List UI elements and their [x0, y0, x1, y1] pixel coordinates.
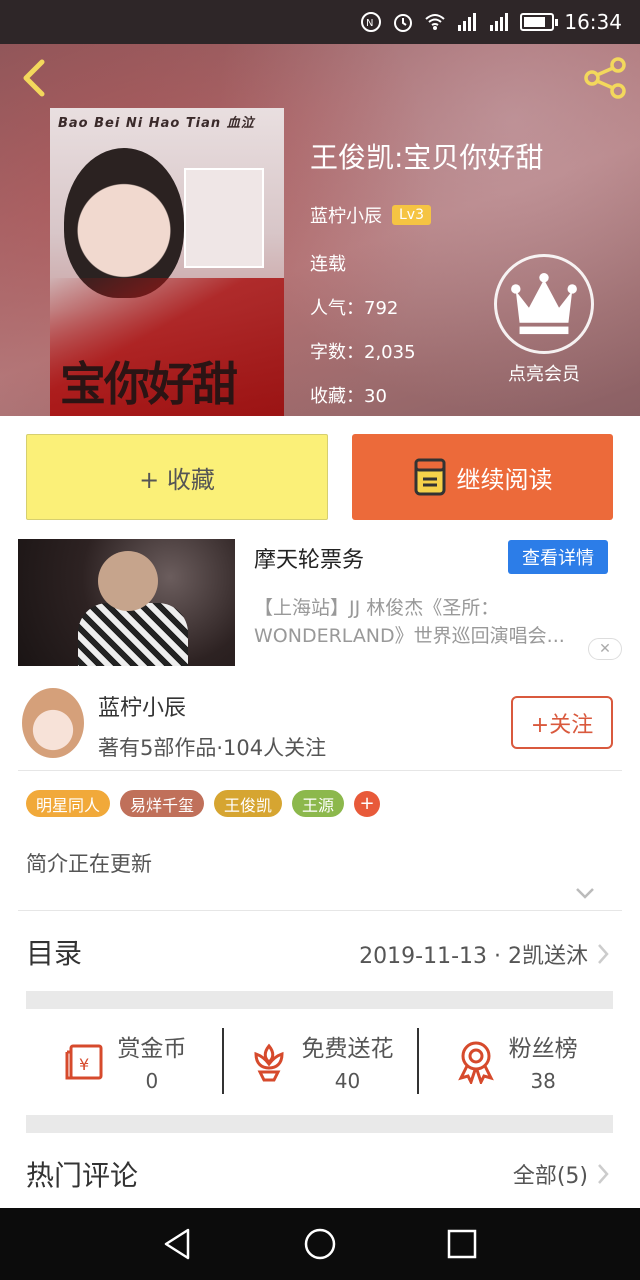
continue-reading-button[interactable]: 继续阅读 — [352, 434, 613, 520]
ad-desc-line2: WONDERLAND》世界巡回演唱会... — [254, 625, 565, 647]
all-comments-link[interactable]: 全部(5) — [513, 1158, 610, 1190]
stats-row: ¥ 赏金币 0 免费送花 40 粉丝榜 38 — [26, 1024, 613, 1098]
alarm-icon — [394, 14, 413, 32]
status-bar: N 16:34 — [0, 0, 640, 44]
cover-title: 宝你好甜 — [60, 357, 238, 411]
intro-text: 简介正在更新 — [26, 852, 152, 876]
reward-coins-stat[interactable]: ¥ 赏金币 0 — [26, 1024, 222, 1098]
nfc-icon: N — [361, 12, 382, 32]
author-name[interactable]: 蓝柠小辰 — [98, 690, 186, 722]
divider — [18, 910, 622, 911]
battery-icon — [520, 13, 559, 31]
tag-item[interactable]: 明星同人 — [26, 790, 111, 817]
svg-text:N: N — [366, 18, 373, 29]
chevron-right-icon — [598, 1164, 609, 1184]
vip-label: 点亮会员 — [508, 364, 580, 385]
stat-name: 粉丝榜 — [508, 1036, 578, 1062]
toc-latest-text: 2019-11-13 · 2凯送沐 — [359, 944, 588, 969]
crown-badge — [494, 254, 594, 354]
hot-comments-label: 热门评论 — [26, 1159, 139, 1192]
ad-desc-line1: 【上海站】JJ 林俊杰《圣所： — [254, 597, 500, 619]
stat-value: 40 — [334, 1069, 361, 1093]
ad-image-jacket — [78, 603, 188, 666]
section-separator — [26, 1115, 613, 1133]
fan-ranking-stat[interactable]: 粉丝榜 38 — [417, 1024, 613, 1098]
signal-2g-icon — [458, 13, 477, 31]
nav-back-icon[interactable] — [160, 1226, 196, 1262]
share-icon[interactable] — [580, 56, 630, 100]
free-flower-stat[interactable]: 免费送花 40 — [221, 1024, 418, 1098]
vip-button[interactable]: 点亮会员 — [494, 254, 594, 386]
author-avatar[interactable] — [22, 688, 84, 758]
continue-reading-label: 继续阅读 — [456, 465, 553, 494]
stat-value: 0 — [145, 1069, 159, 1093]
tag-item[interactable]: 易烊千玺 — [120, 790, 205, 817]
nav-home-icon[interactable] — [302, 1226, 338, 1262]
book-icon — [414, 458, 445, 496]
chevron-down-icon[interactable] — [574, 882, 596, 904]
ad-image-person — [98, 551, 158, 611]
divider — [18, 770, 622, 771]
status-icons: N 16:34 — [360, 0, 622, 44]
book-title: 王俊凯:宝贝你好甜 — [310, 141, 544, 174]
ad-detail-button[interactable]: 查看详情 — [508, 540, 608, 574]
follow-button[interactable]: +关注 — [511, 696, 613, 749]
ribbon-medal-icon — [457, 1041, 494, 1084]
ad-close-button[interactable]: ✕ — [588, 638, 622, 660]
ad-description[interactable]: 【上海站】JJ 林俊杰《圣所： WONDERLAND》世界巡回演唱会... — [254, 594, 604, 650]
book-header: Bao Bei Ni Hao Tian 血泣 宝你好甜 王俊凯:宝贝你好甜 蓝柠… — [0, 44, 640, 416]
crown-icon — [511, 272, 577, 335]
author-row: 蓝柠小辰 Lv3 — [310, 202, 543, 228]
stat-name: 赏金币 — [117, 1036, 187, 1062]
favorite-button-label: + 收藏 — [139, 465, 215, 494]
level-badge: Lv3 — [392, 205, 431, 225]
cover-portrait — [64, 148, 184, 298]
favorite-button[interactable]: + 收藏 — [26, 434, 328, 520]
flower-icon — [253, 1043, 284, 1082]
system-nav-bar — [0, 1208, 640, 1280]
red-envelope-icon: ¥ — [65, 1044, 103, 1080]
ad-image[interactable] — [18, 539, 235, 666]
svg-text:¥: ¥ — [79, 1055, 89, 1074]
book-cover[interactable]: Bao Bei Ni Hao Tian 血泣 宝你好甜 — [50, 108, 284, 416]
author-stats: 著有5部作品·104人关注 — [98, 736, 327, 760]
tag-item[interactable]: 王源 — [292, 790, 345, 817]
cover-subtitle: Bao Bei Ni Hao Tian 血泣 — [58, 116, 255, 131]
toc-label[interactable]: 目录 — [26, 932, 82, 972]
cover-inset-photo — [184, 168, 264, 268]
section-separator — [26, 991, 613, 1009]
chevron-right-icon — [598, 944, 609, 964]
ad-title[interactable]: 摩天轮票务 — [254, 542, 364, 574]
wifi-icon — [425, 14, 446, 30]
add-tag-button[interactable]: + — [354, 790, 381, 817]
tag-item[interactable]: 王俊凯 — [214, 790, 283, 817]
back-icon[interactable] — [14, 56, 54, 100]
stat-name: 免费送花 — [301, 1036, 394, 1062]
status-time: 16:34 — [564, 10, 622, 34]
toc-latest-chapter[interactable]: 2019-11-13 · 2凯送沐 — [359, 938, 610, 970]
all-comments-text: 全部(5) — [512, 1164, 588, 1189]
tag-list: 明星同人 易烊千玺 王俊凯 王源 + — [26, 790, 381, 817]
signal-3g-icon — [490, 13, 509, 31]
stat-value: 38 — [530, 1069, 556, 1093]
nav-recents-icon[interactable] — [444, 1226, 480, 1262]
book-author[interactable]: 蓝柠小辰 — [310, 202, 382, 228]
